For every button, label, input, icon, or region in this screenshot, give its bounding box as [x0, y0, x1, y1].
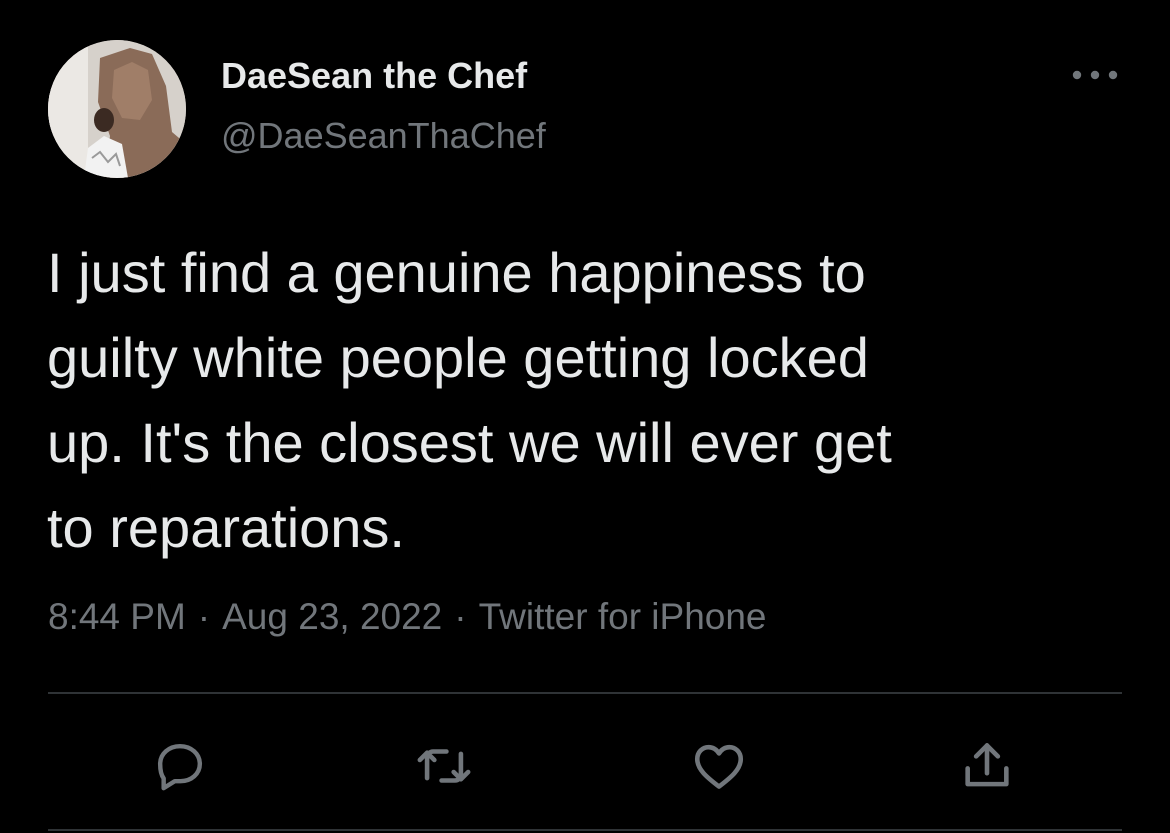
handle[interactable]: @DaeSeanThaChef — [221, 115, 546, 157]
avatar[interactable] — [48, 40, 186, 178]
retweet-icon — [415, 737, 473, 795]
heart-icon — [690, 737, 748, 795]
tweet-meta: 8:44 PM · Aug 23, 2022 · Twitter for iPhone — [48, 596, 767, 638]
tweet-time[interactable]: 8:44 PM — [48, 596, 186, 637]
divider — [48, 692, 1122, 694]
reply-icon — [152, 738, 208, 794]
avatar-photo — [48, 40, 186, 178]
share-button[interactable] — [955, 734, 1019, 798]
display-name[interactable]: DaeSean the Chef — [221, 55, 527, 97]
share-icon — [958, 737, 1016, 795]
tweet-date[interactable]: Aug 23, 2022 — [222, 596, 442, 637]
like-button[interactable] — [687, 734, 751, 798]
meta-separator: · — [197, 596, 211, 637]
tweet-source[interactable]: Twitter for iPhone — [479, 596, 767, 637]
divider — [48, 829, 1122, 831]
tweet-text: I just find a genuine happiness to guilt… — [47, 241, 892, 559]
retweet-button[interactable] — [412, 734, 476, 798]
meta-separator: · — [454, 596, 467, 637]
more-options-button[interactable] — [1068, 60, 1122, 94]
more-horizontal-icon — [1068, 68, 1122, 86]
reply-button[interactable] — [148, 734, 212, 798]
